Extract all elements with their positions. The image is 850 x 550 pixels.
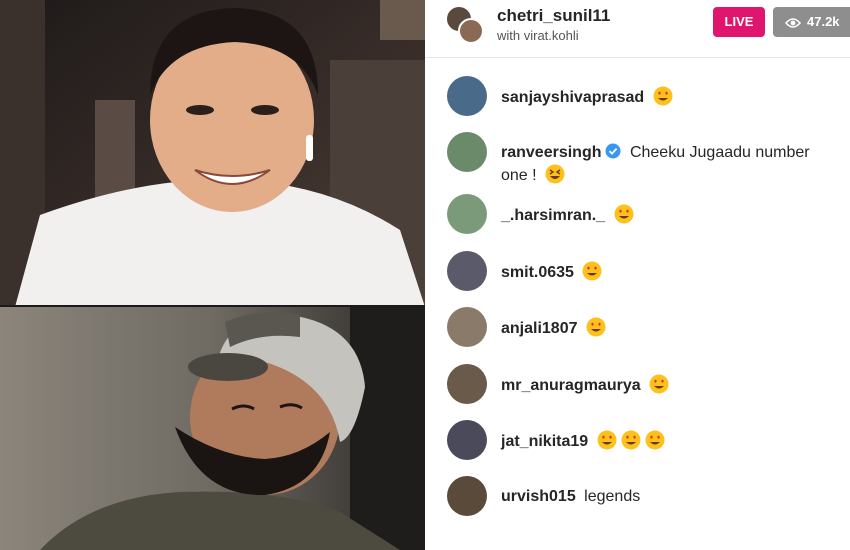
viewer-count-badge[interactable]: 47.2k — [773, 7, 850, 37]
commenter-avatar[interactable] — [447, 132, 487, 172]
viewer-count: 47.2k — [807, 14, 840, 29]
heart-eyes-emoji-icon — [614, 204, 634, 224]
host-username[interactable]: chetri_sunil11 — [497, 6, 610, 26]
live-header: chetri_sunil11 with virat.kohli LIVE 47.… — [425, 0, 850, 58]
heart-eyes-emoji-icon — [649, 374, 669, 394]
comment-message: Cheeku Jugaadu number — [629, 144, 810, 161]
comment-username[interactable]: ranveersingh — [501, 144, 601, 161]
live-with-subtitle[interactable]: with virat.kohli — [497, 28, 579, 43]
commenter-avatar[interactable] — [447, 194, 487, 234]
heart-eyes-emoji-icon — [653, 86, 673, 106]
comment-username[interactable]: anjali1807 — [501, 320, 578, 337]
heart-eyes-emoji-icon — [597, 430, 617, 450]
commenter-avatar[interactable] — [447, 420, 487, 460]
comment-username[interactable]: mr_anuragmaurya — [501, 377, 641, 394]
comment-list[interactable]: sanjayshivaprasad ranveersingh Cheeku Ju… — [425, 58, 850, 550]
comment-username[interactable]: sanjayshivaprasad — [501, 89, 644, 106]
comment-username[interactable]: urvish015 — [501, 488, 576, 505]
host-video-feed — [0, 0, 425, 307]
live-comments-panel: chetri_sunil11 with virat.kohli LIVE 47.… — [425, 0, 850, 550]
host-avatar[interactable] — [445, 5, 485, 45]
live-video-area — [0, 0, 425, 550]
comment-message: legends — [584, 488, 641, 505]
heart-eyes-emoji-icon — [582, 261, 602, 281]
commenter-avatar[interactable] — [447, 364, 487, 404]
host-video-image — [0, 0, 425, 307]
comment-username[interactable]: smit.0635 — [501, 264, 574, 281]
commenter-avatar[interactable] — [447, 76, 487, 116]
commenter-avatar[interactable] — [447, 307, 487, 347]
heart-eyes-emoji-icon — [586, 317, 606, 337]
heart-eyes-emoji-icon — [621, 430, 641, 450]
verified-badge-icon — [605, 143, 621, 159]
guest-video-image — [0, 307, 425, 550]
comment-username[interactable]: jat_nikita19 — [501, 433, 588, 450]
grinning-squint-emoji-icon — [545, 164, 565, 184]
live-badge: LIVE — [713, 7, 765, 37]
commenter-avatar[interactable] — [447, 251, 487, 291]
comment-message-continued: one ! — [501, 167, 537, 184]
eye-icon — [785, 17, 801, 28]
commenter-avatar[interactable] — [447, 476, 487, 516]
guest-video-feed — [0, 307, 425, 550]
heart-eyes-emoji-icon — [645, 430, 665, 450]
guest-avatar-secondary — [458, 18, 484, 44]
comment-username[interactable]: _.harsimran._ — [501, 207, 605, 224]
